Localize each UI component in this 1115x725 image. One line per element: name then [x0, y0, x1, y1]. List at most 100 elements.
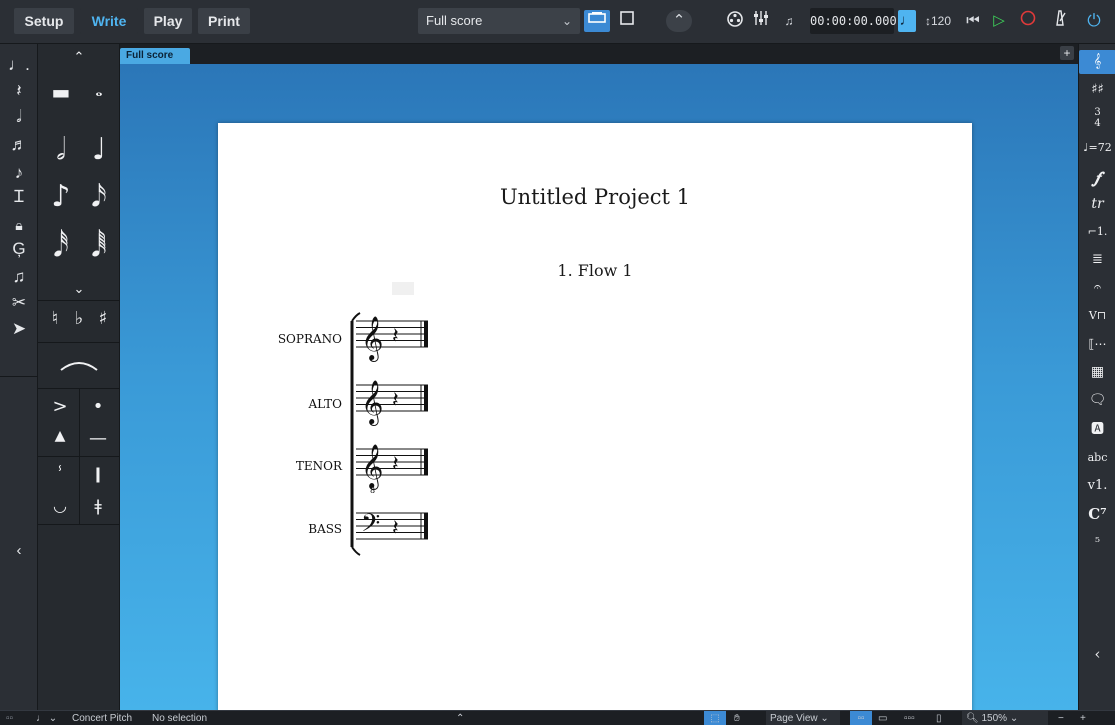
text-icon[interactable]: 🅰︎: [1079, 418, 1115, 442]
instrument-name-bass[interactable]: BASS: [308, 522, 342, 536]
score-page[interactable]: Untitled Project 1 1. Flow 1 SOPRANO ALT…: [218, 123, 972, 710]
lock-icon[interactable]: 🔒︎: [0, 212, 38, 238]
score-system[interactable]: SOPRANO ALTO TENOR BASS 𝄞 𝄽𝄞 𝄽𝄞8𝄽𝄢 𝄽: [218, 123, 972, 710]
quarter-rest[interactable]: 𝄽: [392, 388, 399, 413]
holds-pauses-icon[interactable]: 𝄐: [1079, 276, 1115, 300]
video-icon[interactable]: [724, 10, 746, 32]
quarter-rest[interactable]: 𝄽: [392, 516, 399, 541]
flat-icon[interactable]: ♭: [68, 308, 90, 329]
double-whole-note-icon[interactable]: ▬: [44, 80, 78, 110]
chord-symbols-icon[interactable]: C⁷: [1079, 502, 1115, 526]
status-icon-page[interactable]: ▫▫: [6, 711, 13, 725]
concert-pitch-toggle[interactable]: Concert Pitch: [72, 711, 132, 725]
grace-note-icon[interactable]: ♪: [0, 160, 38, 186]
add-tab-icon[interactable]: +: [1060, 46, 1074, 60]
collapse-right-icon[interactable]: ‹: [1079, 642, 1115, 666]
zoom-select[interactable]: 🔍︎ 150% ⌄: [962, 711, 1048, 725]
cues-icon[interactable]: ▦: [1079, 360, 1115, 384]
time-signature-icon[interactable]: 34: [1079, 106, 1115, 130]
staff-alto[interactable]: 𝄞 𝄽: [356, 380, 428, 426]
quarter-rest[interactable]: 𝄽: [392, 324, 399, 349]
slash-icon[interactable]: 𝅗𝅥: [0, 104, 38, 130]
scroll-up-icon[interactable]: ⌃: [68, 50, 90, 65]
bars-icon[interactable]: ≣: [1079, 248, 1115, 272]
layout-select[interactable]: Full score ⌄: [418, 8, 580, 34]
metronome-icon[interactable]: [1048, 10, 1072, 32]
whole-note-icon[interactable]: 𝅝: [82, 80, 116, 110]
page-view-icon[interactable]: [614, 10, 640, 32]
select-tool-icon[interactable]: ⬚: [704, 711, 726, 725]
lyrics-icon[interactable]: abc: [1079, 446, 1115, 470]
chevron-up-icon[interactable]: ⌃: [666, 10, 692, 32]
chevron-up-icon[interactable]: ⌃: [456, 711, 464, 725]
wedge-icon[interactable]: ǀ: [82, 464, 114, 483]
zoom-in-icon[interactable]: +: [1080, 711, 1086, 725]
staff-tenor[interactable]: 𝄞8 𝄽: [356, 444, 428, 495]
slur-icon[interactable]: [56, 356, 102, 376]
sixteenth-note-icon[interactable]: 𝅘𝅥𝅯: [82, 179, 116, 214]
score-canvas[interactable]: Full score + Untitled Project 1 1. Flow …: [120, 44, 1078, 710]
tab-full-score[interactable]: Full score: [120, 48, 190, 64]
stress-icon[interactable]: ◡: [44, 496, 76, 515]
play-icon[interactable]: ▷: [988, 10, 1010, 32]
mode-tab-write[interactable]: Write: [80, 8, 138, 34]
comments-icon[interactable]: 🗨︎: [1079, 388, 1115, 412]
note-input-icon[interactable]: ♩.: [0, 52, 38, 78]
select-arrow-icon[interactable]: ➤: [0, 316, 38, 342]
midi-icon[interactable]: ♫: [778, 10, 800, 32]
repeat-endings-icon[interactable]: ⌐1.: [1079, 220, 1115, 244]
treble-clef-icon[interactable]: 𝄞: [361, 380, 383, 426]
zoom-out-icon[interactable]: −: [1058, 711, 1064, 725]
tempo-icon[interactable]: ♩=72: [1079, 136, 1115, 160]
thirty-second-note-icon[interactable]: 𝅘𝅥𝅰: [44, 229, 78, 264]
instrument-name-tenor[interactable]: TENOR: [296, 459, 343, 473]
unstress-icon[interactable]: ǂ: [82, 496, 114, 515]
instrument-name-soprano[interactable]: SOPRANO: [278, 332, 342, 346]
dynamics-icon[interactable]: 𝆑: [1079, 166, 1115, 190]
scissors-icon[interactable]: ✂: [0, 290, 38, 316]
galley-view-icon[interactable]: [584, 10, 610, 32]
spreads-icon[interactable]: ▫▫: [850, 711, 872, 725]
staccatissimo-icon[interactable]: ⸯ: [44, 464, 76, 486]
treble-clef-icon[interactable]: 𝄞: [361, 316, 383, 362]
tuplet-icon[interactable]: ♬: [0, 132, 38, 158]
clef-icon[interactable]: 𝄞: [1079, 50, 1115, 74]
power-icon[interactable]: ⏻: [1080, 10, 1108, 32]
record-icon[interactable]: [1016, 10, 1040, 32]
staff-soprano[interactable]: 𝄞 𝄽: [356, 316, 428, 362]
tempo-display[interactable]: ↕120: [918, 10, 958, 32]
key-signature-icon[interactable]: ♯♯: [1079, 78, 1115, 102]
natural-icon[interactable]: ♮: [44, 308, 66, 329]
instrument-name-alto[interactable]: ALTO: [308, 397, 343, 411]
fixed-tempo-icon[interactable]: ♩: [898, 10, 916, 32]
mixer-icon[interactable]: [750, 10, 772, 32]
insert-icon[interactable]: Ɪ: [0, 184, 38, 210]
sixty-fourth-note-icon[interactable]: 𝅘𝅥𝅱: [82, 229, 116, 264]
quarter-note-icon[interactable]: ♩: [82, 132, 116, 167]
versions-icon[interactable]: v1.: [1079, 474, 1115, 498]
mode-tab-setup[interactable]: Setup: [14, 8, 74, 34]
staccato-icon[interactable]: •: [82, 396, 114, 417]
hand-tool-icon[interactable]: ✋︎: [734, 711, 740, 725]
chord-icon[interactable]: ♫: [0, 264, 38, 290]
eighth-note-icon[interactable]: ♪: [44, 179, 78, 214]
half-note-icon[interactable]: 𝅗𝅥: [44, 132, 78, 167]
horizontal-icon[interactable]: ▫▫▫: [904, 711, 915, 725]
marcato-icon[interactable]: ▲: [44, 428, 76, 444]
rest-icon[interactable]: 𝄽: [0, 78, 38, 104]
sharp-icon[interactable]: ♯: [92, 308, 114, 329]
playing-techniques-icon[interactable]: V⊓: [1079, 304, 1115, 328]
treble-clef-icon[interactable]: 𝄞: [361, 444, 383, 490]
mode-tab-print[interactable]: Print: [198, 8, 250, 34]
quarter-rest[interactable]: 𝄽: [392, 452, 399, 477]
vertical-icon[interactable]: ▭: [878, 711, 887, 725]
view-type-select[interactable]: Page View ⌄: [766, 711, 840, 725]
tenuto-icon[interactable]: —: [82, 428, 114, 449]
staff-bass[interactable]: 𝄢 𝄽: [356, 509, 428, 544]
bass-clef-icon[interactable]: 𝄢: [361, 509, 380, 544]
single-page-icon[interactable]: ▯: [936, 711, 942, 725]
accent-icon[interactable]: >: [44, 396, 76, 417]
rewind-icon[interactable]: ⏮: [962, 10, 984, 32]
collapse-left-icon[interactable]: ‹: [0, 538, 38, 564]
ornaments-icon[interactable]: tr: [1079, 192, 1115, 216]
